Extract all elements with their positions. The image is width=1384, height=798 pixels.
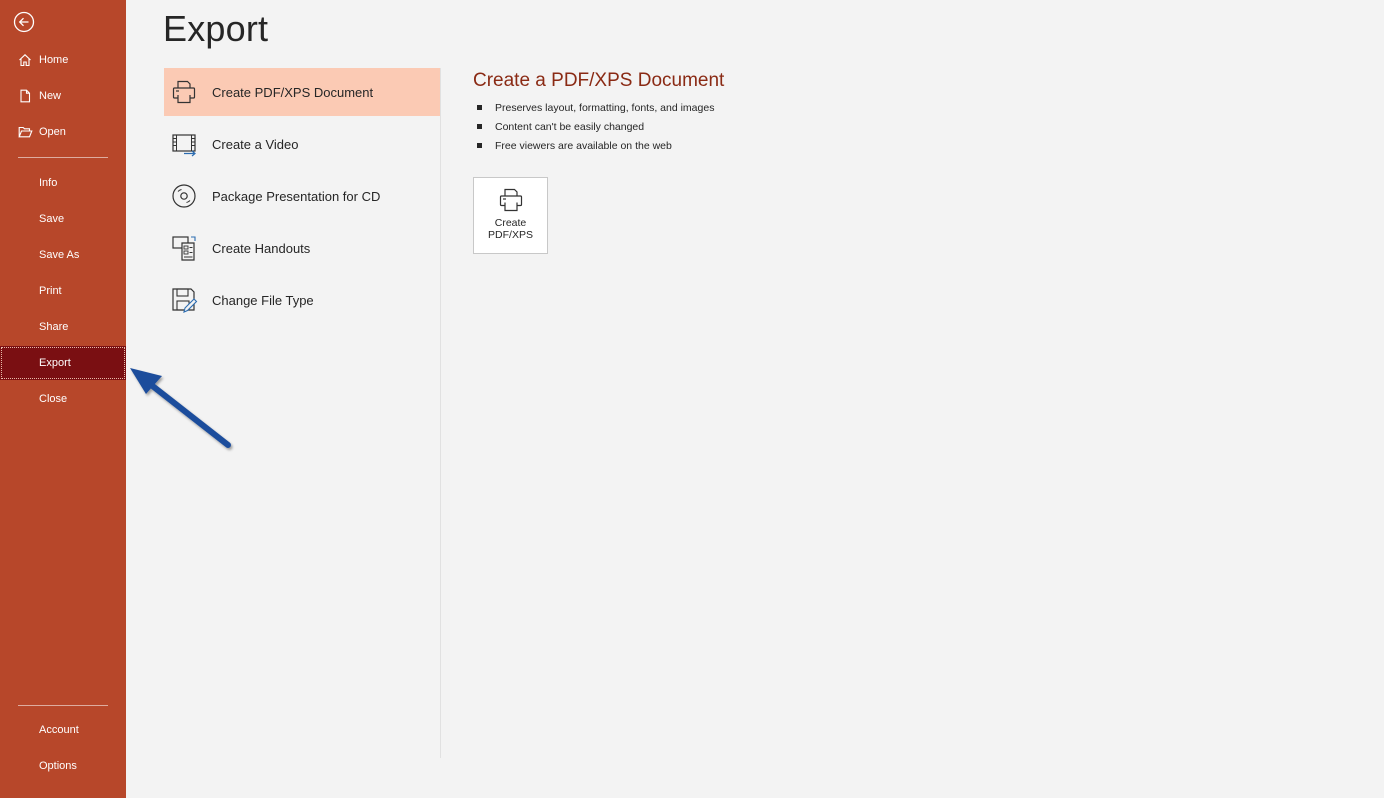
option-create-pdf-xps[interactable]: Create PDF/XPS Document	[164, 68, 440, 116]
detail-bullet: Content can't be easily changed	[473, 117, 1073, 136]
page-title: Export	[163, 8, 269, 49]
export-options-list: Create PDF/XPS Document Create a Video P…	[164, 68, 441, 758]
option-label: Create PDF/XPS Document	[212, 84, 374, 100]
sidebar-item-open[interactable]: Open	[0, 115, 126, 149]
sidebar-item-label: Export	[39, 357, 71, 369]
option-label: Package Presentation for CD	[212, 188, 381, 204]
option-change-file-type[interactable]: Change File Type	[164, 276, 440, 324]
create-pdf-xps-button-label: Create PDF/XPS	[488, 217, 533, 241]
create-pdf-xps-button[interactable]: Create PDF/XPS	[473, 177, 548, 254]
sidebar-item-account[interactable]: Account	[0, 713, 126, 747]
option-label: Change File Type	[212, 292, 314, 308]
sidebar-item-label: Save	[39, 213, 65, 225]
sidebar-item-label: Account	[39, 724, 79, 736]
back-arrow-icon	[13, 11, 35, 33]
bullet-square-icon	[477, 124, 482, 129]
sidebar-item-info[interactable]: Info	[0, 166, 126, 200]
sidebar-item-label: Print	[39, 285, 62, 297]
detail-bullet: Free viewers are available on the web	[473, 136, 1073, 155]
sidebar-item-export[interactable]: Export	[0, 346, 126, 380]
sidebar-item-options[interactable]: Options	[0, 749, 126, 783]
folder-open-icon	[18, 126, 33, 138]
sidebar-item-share[interactable]: Share	[0, 310, 126, 344]
sidebar-item-close[interactable]: Close	[0, 382, 126, 416]
sidebar-item-save-as[interactable]: Save As	[0, 238, 126, 272]
sidebar-item-label: Options	[39, 760, 77, 772]
detail-bullets: Preserves layout, formatting, fonts, and…	[473, 98, 1073, 155]
detail-bullet: Preserves layout, formatting, fonts, and…	[473, 98, 1073, 117]
sidebar-divider	[18, 705, 108, 706]
pdf-printer-icon	[499, 188, 522, 212]
backstage-sidebar: Home New Open Info Save Save As Print Sh…	[0, 0, 126, 798]
sidebar-divider	[18, 157, 108, 158]
option-package-cd[interactable]: Package Presentation for CD	[164, 172, 440, 220]
option-label: Create a Video	[212, 136, 299, 152]
sidebar-item-print[interactable]: Print	[0, 274, 126, 308]
sidebar-item-save[interactable]: Save	[0, 202, 126, 236]
option-create-handouts[interactable]: Create Handouts	[164, 224, 440, 272]
sidebar-item-label: New	[39, 90, 62, 102]
option-create-video[interactable]: Create a Video	[164, 120, 440, 168]
handouts-icon	[172, 236, 196, 261]
new-document-icon	[20, 89, 31, 103]
sidebar-item-label: Close	[39, 393, 68, 405]
detail-title: Create a PDF/XPS Document	[473, 70, 725, 91]
bullet-square-icon	[477, 143, 482, 148]
sidebar-item-new[interactable]: New	[0, 79, 126, 113]
option-label: Create Handouts	[212, 240, 311, 256]
option-detail-pane: Create a PDF/XPS Document Preserves layo…	[473, 70, 1073, 155]
sidebar-item-home[interactable]: Home	[0, 43, 126, 77]
pdf-printer-icon	[172, 80, 196, 104]
video-film-icon	[172, 134, 196, 157]
sidebar-item-label: Home	[39, 54, 69, 66]
home-icon	[19, 54, 31, 67]
sidebar-item-label: Save As	[39, 249, 80, 261]
sidebar-item-label: Share	[39, 321, 69, 333]
cd-disc-icon	[172, 184, 196, 208]
sidebar-item-label: Open	[39, 126, 66, 138]
sidebar-item-label: Info	[39, 177, 58, 189]
back-button[interactable]	[12, 10, 36, 34]
change-file-type-icon	[172, 288, 198, 313]
bullet-square-icon	[477, 105, 482, 110]
